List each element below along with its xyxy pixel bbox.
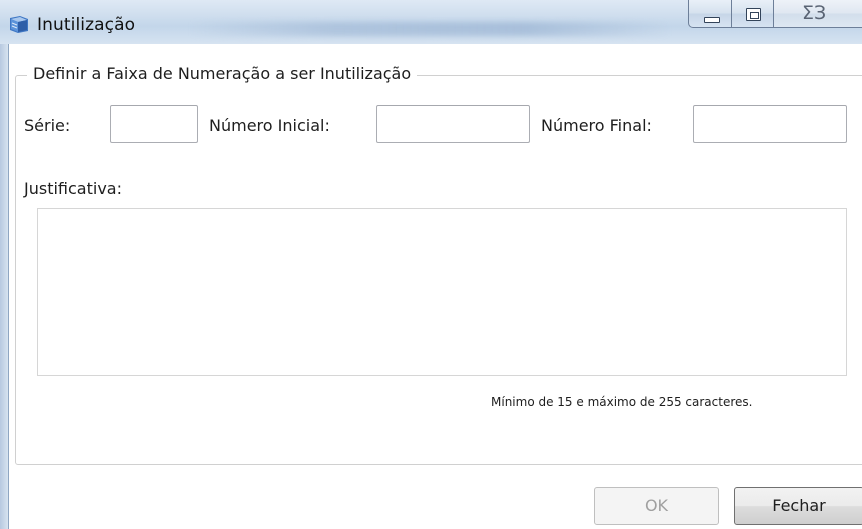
- numero-inicial-label: Número Inicial:: [209, 116, 330, 135]
- window-frame-left: [0, 44, 8, 529]
- minimize-button[interactable]: [688, 0, 732, 28]
- group-legend: Definir a Faixa de Numeração a ser Inuti…: [27, 64, 418, 83]
- justificativa-label: Justificativa:: [24, 179, 122, 198]
- close-window-button[interactable]: ΣЗ: [773, 0, 862, 28]
- window-title: Inutilização: [37, 15, 136, 35]
- serie-input[interactable]: [110, 105, 198, 143]
- ok-button[interactable]: OK: [594, 487, 719, 525]
- numero-inicial-input[interactable]: [376, 105, 530, 143]
- window-frame-left-border: [8, 44, 9, 529]
- maximize-icon: [746, 8, 761, 21]
- maximize-button[interactable]: [731, 0, 774, 28]
- app-book-icon: [10, 16, 28, 33]
- justificativa-textarea[interactable]: [37, 208, 847, 376]
- title-bar-background: [190, 22, 670, 36]
- close-icon: ΣЗ: [802, 2, 827, 24]
- justificativa-hint: Mínimo de 15 e máximo de 255 caracteres.: [491, 395, 753, 409]
- minimize-icon: [704, 17, 720, 23]
- fechar-button[interactable]: Fechar: [734, 487, 862, 525]
- numero-final-input[interactable]: [693, 105, 847, 143]
- caption-buttons: ΣЗ: [688, 0, 862, 40]
- serie-label: Série:: [24, 116, 71, 135]
- title-bar: Inutilização ΣЗ: [0, 0, 862, 44]
- numero-final-label: Número Final:: [541, 116, 652, 135]
